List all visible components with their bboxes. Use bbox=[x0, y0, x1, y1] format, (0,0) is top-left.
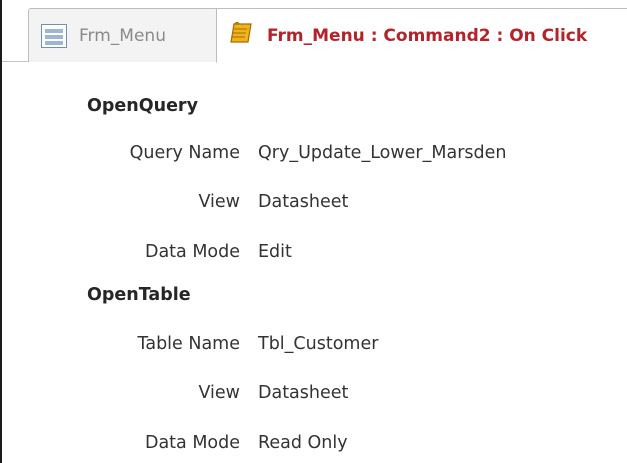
action-openquery[interactable]: OpenQuery bbox=[87, 96, 198, 116]
tab-frm-menu-label: Frm_Menu bbox=[79, 25, 166, 46]
macro-editor-window: Frm_Menu Frm_Menu : Command2 : On Click … bbox=[0, 0, 627, 463]
document-tab-strip: Frm_Menu Frm_Menu : Command2 : On Click bbox=[2, 0, 627, 63]
form-icon bbox=[41, 23, 67, 48]
arg-label-table-name: Table Name bbox=[137, 334, 240, 354]
tab-frm-menu[interactable]: Frm_Menu bbox=[28, 8, 218, 62]
arg-value-query-name[interactable]: Qry_Update_Lower_Marsden bbox=[258, 143, 506, 163]
arg-value-table-name[interactable]: Tbl_Customer bbox=[258, 334, 378, 354]
tab-macro-on-click[interactable]: Frm_Menu : Command2 : On Click bbox=[216, 8, 627, 63]
action-opentable[interactable]: OpenTable bbox=[87, 285, 191, 305]
arg-label-query-name: Query Name bbox=[129, 143, 240, 163]
arg-value-data-mode[interactable]: Read Only bbox=[258, 433, 348, 453]
tab-macro-on-click-label: Frm_Menu : Command2 : On Click bbox=[267, 25, 588, 46]
arg-label-data-mode: Data Mode bbox=[144, 433, 240, 453]
arg-value-view[interactable]: Datasheet bbox=[258, 192, 348, 212]
arg-label-data-mode: Data Mode bbox=[144, 242, 240, 262]
arg-value-data-mode[interactable]: Edit bbox=[258, 242, 292, 262]
macro-scroll-icon bbox=[229, 20, 255, 51]
arg-label-view: View bbox=[198, 192, 240, 212]
arg-value-view[interactable]: Datasheet bbox=[258, 383, 348, 403]
arg-label-view: View bbox=[198, 383, 240, 403]
